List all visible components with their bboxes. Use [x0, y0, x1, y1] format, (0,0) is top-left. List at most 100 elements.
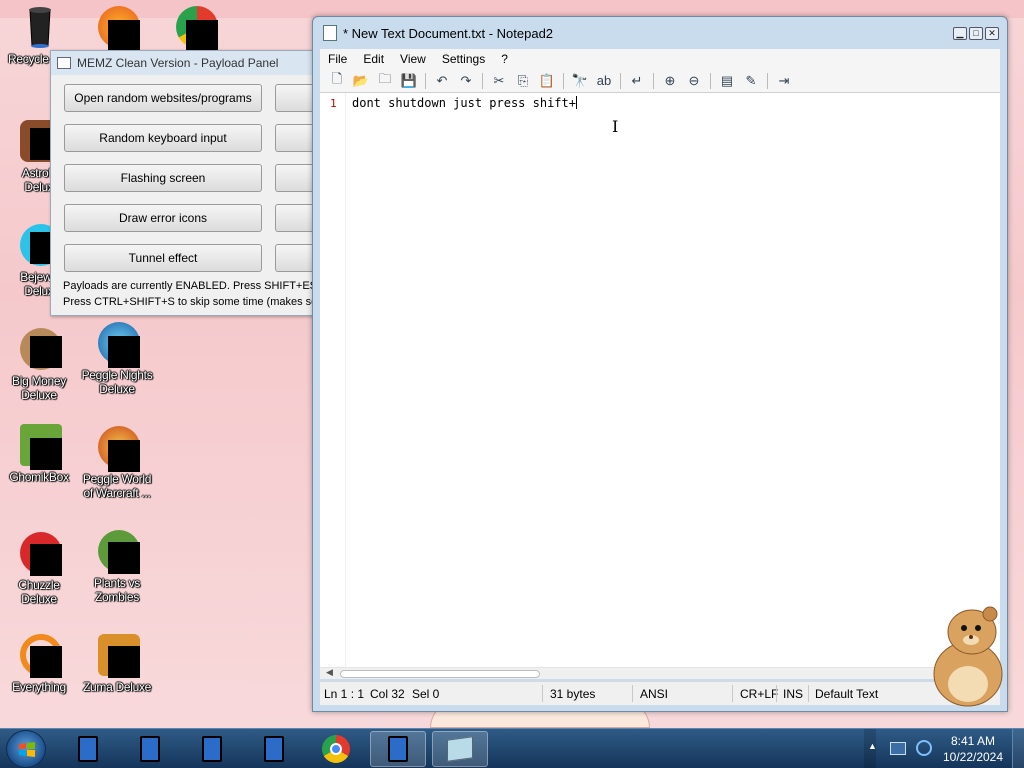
- status-separator: [542, 685, 543, 702]
- desktop-icon-ghomikbox[interactable]: GhomikBox: [0, 422, 78, 484]
- app-icon: [78, 736, 98, 762]
- chuzzle-icon: [16, 530, 62, 576]
- desktop-icon-label: Peggle Nights Deluxe: [81, 368, 153, 396]
- find-icon[interactable]: 🔭: [569, 71, 591, 91]
- taskbar-app-1[interactable]: [60, 731, 116, 767]
- system-clock[interactable]: 8:41 AM 10/22/2024: [940, 733, 1006, 765]
- scrollbar-thumb[interactable]: [340, 670, 540, 678]
- tunnel-effect-button[interactable]: Tunnel effect: [64, 244, 262, 272]
- memz-payload-panel-window: MEMZ Clean Version - Payload Panel Open …: [50, 50, 319, 316]
- close-button[interactable]: ✕: [985, 27, 999, 40]
- app-icon: [202, 736, 222, 762]
- redo-icon[interactable]: ↷: [455, 71, 477, 91]
- desktop-icon-zuma-deluxe[interactable]: Zuma Deluxe: [78, 632, 156, 694]
- random-keyboard-input-button[interactable]: Random keyboard input: [64, 124, 262, 152]
- toolbar-separator: [767, 72, 768, 89]
- notepad-title: * New Text Document.txt - Notepad2: [343, 25, 554, 41]
- editor-text-line[interactable]: dont shutdown just press shift+: [352, 96, 577, 110]
- desktop-icon-chrome[interactable]: [156, 4, 234, 52]
- exit-icon[interactable]: ⇥: [773, 71, 795, 91]
- customize-icon[interactable]: ✎: [740, 71, 762, 91]
- editor-text: dont shutdown just press shift+: [352, 96, 576, 110]
- status-column: Col 32: [370, 687, 405, 701]
- notepad-titlebar[interactable]: * New Text Document.txt - Notepad2: [313, 17, 1007, 49]
- show-desktop-button[interactable]: [1012, 729, 1024, 768]
- notepad-app-icon: [323, 25, 337, 41]
- menu-edit[interactable]: Edit: [355, 52, 392, 66]
- desktop-icon-plants-vs-zombies[interactable]: Plants vs Zombies: [78, 528, 156, 604]
- paste-icon[interactable]: 📋: [536, 71, 558, 91]
- flashing-screen-button[interactable]: Flashing screen: [64, 164, 262, 192]
- open-random-websites-button[interactable]: Open random websites/programs: [64, 84, 262, 112]
- firefox-icon: [94, 4, 140, 52]
- desktop-pet-hamster-image[interactable]: [920, 604, 1010, 708]
- plants-vs-zombies-icon: [94, 528, 140, 574]
- cut-icon[interactable]: ✂: [488, 71, 510, 91]
- open-file-icon[interactable]: 📂: [350, 71, 372, 91]
- status-selection: Sel 0: [412, 687, 440, 701]
- app-icon: [388, 736, 408, 762]
- new-file-icon[interactable]: 🗋: [326, 71, 348, 91]
- copy-icon[interactable]: ⎘: [512, 71, 534, 91]
- payload-skip-hint-text: Press CTRL+SHIFT+S to skip some time (ma…: [63, 296, 317, 308]
- show-hidden-icons-icon[interactable]: ▲: [868, 741, 877, 751]
- desktop-icon-label: Peggle World of Warcraft ...: [82, 472, 152, 500]
- status-scheme[interactable]: Default Text: [815, 687, 878, 701]
- status-line-endings[interactable]: CR+LF: [740, 687, 778, 701]
- network-icon[interactable]: [890, 742, 906, 755]
- horizontal-scrollbar[interactable]: ◀: [320, 667, 1000, 679]
- app-icon: [264, 736, 284, 762]
- minimize-button[interactable]: ▁: [953, 27, 967, 40]
- menu-bar: File Edit View Settings ?: [320, 49, 1000, 69]
- desktop-icon-chuzzle[interactable]: Chuzzle Deluxe: [0, 530, 78, 606]
- desktop-icon-firefox[interactable]: [78, 4, 156, 52]
- menu-file[interactable]: File: [320, 52, 355, 66]
- status-encoding[interactable]: ANSI: [640, 687, 668, 701]
- scheme-icon[interactable]: ▤: [716, 71, 738, 91]
- text-caret: [575, 96, 577, 109]
- menu-view[interactable]: View: [392, 52, 434, 66]
- taskbar-memz-active[interactable]: [370, 731, 426, 767]
- draw-error-icons-button[interactable]: Draw error icons: [64, 204, 262, 232]
- text-editor[interactable]: 1 dont shutdown just press shift+ I ◀: [320, 93, 1000, 679]
- maximize-button[interactable]: □: [969, 27, 983, 40]
- save-icon[interactable]: 💾: [398, 71, 420, 91]
- payload-status-text: Payloads are currently ENABLED. Press SH…: [63, 280, 317, 292]
- taskbar-notepad2-active[interactable]: [432, 731, 488, 767]
- taskbar-chrome[interactable]: [308, 731, 364, 767]
- toolbar-separator: [425, 72, 426, 89]
- taskbar-app-4[interactable]: [246, 731, 302, 767]
- taskbar-app-3[interactable]: [184, 731, 240, 767]
- desktop-icon-peggle-nights[interactable]: Peggle Nights Deluxe: [78, 320, 156, 396]
- desktop-icon-label: Chuzzle Deluxe: [18, 578, 60, 606]
- menu-help[interactable]: ?: [493, 52, 516, 66]
- replace-icon[interactable]: ab: [593, 71, 615, 91]
- zoom-out-icon[interactable]: ⊖: [683, 71, 705, 91]
- clock-date: 10/22/2024: [942, 750, 1004, 764]
- status-separator: [632, 685, 633, 702]
- toolbar-separator: [710, 72, 711, 89]
- internet-explorer-tray-icon[interactable]: [916, 740, 932, 756]
- memz-title: MEMZ Clean Version - Payload Panel: [77, 56, 279, 70]
- window-controls: ▁ □ ✕: [953, 27, 999, 40]
- browse-icon[interactable]: 🗀: [374, 71, 396, 91]
- toolbar: 🗋 📂 🗀 💾 ↶ ↷ ✂ ⎘ 📋 🔭 ab ↵ ⊕ ⊖ ▤ ✎ ⇥: [320, 69, 1000, 93]
- desktop-icon-peggle-wow[interactable]: Peggle World of Warcraft ...: [78, 424, 156, 500]
- desktop-icon-big-money[interactable]: Big Money Deluxe: [0, 326, 78, 402]
- status-separator: [776, 685, 777, 702]
- status-separator: [808, 685, 809, 702]
- taskbar-app-2[interactable]: [122, 731, 178, 767]
- line-number-gutter: 1: [320, 93, 346, 667]
- notepad2-window: * New Text Document.txt - Notepad2 ▁ □ ✕…: [312, 16, 1008, 712]
- undo-icon[interactable]: ↶: [431, 71, 453, 91]
- zoom-in-icon[interactable]: ⊕: [659, 71, 681, 91]
- scroll-left-icon[interactable]: ◀: [326, 667, 333, 678]
- memz-titlebar[interactable]: MEMZ Clean Version - Payload Panel: [51, 51, 318, 75]
- peggle-nights-icon: [94, 320, 140, 368]
- word-wrap-icon[interactable]: ↵: [626, 71, 648, 91]
- desktop-icon-everything[interactable]: Everything: [0, 632, 78, 694]
- menu-settings[interactable]: Settings: [434, 52, 493, 66]
- status-insert-mode: INS: [783, 687, 804, 701]
- status-separator: [732, 685, 733, 702]
- start-button[interactable]: [6, 730, 46, 768]
